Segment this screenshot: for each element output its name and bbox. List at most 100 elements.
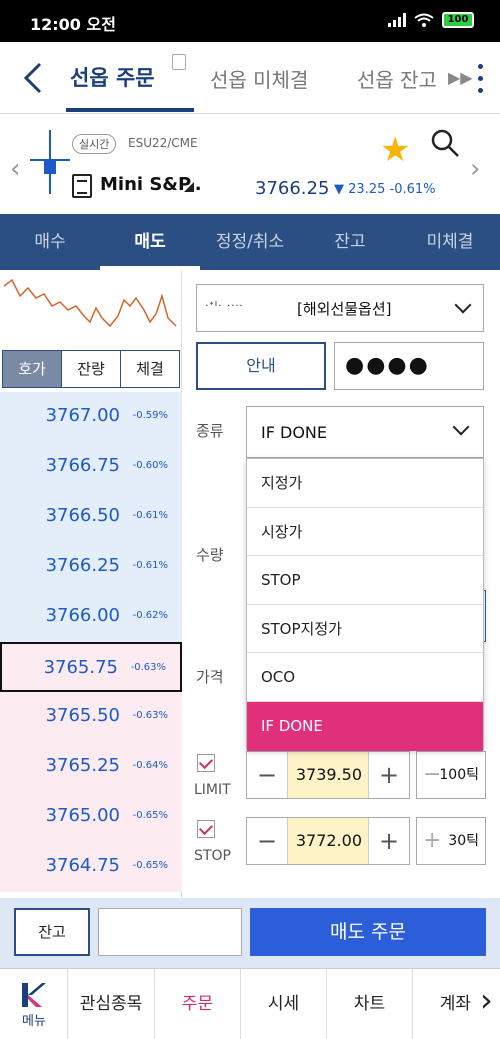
quote-percent: -0.63%	[132, 710, 168, 721]
stop-minus-button[interactable]: −	[247, 818, 287, 864]
quote-row[interactable]: 3766.25 -0.61%	[0, 542, 182, 592]
nav-quotes[interactable]: 시세	[241, 969, 327, 1039]
limit-ticks-value: 100틱	[439, 767, 479, 783]
k-logo-icon	[22, 983, 46, 1007]
status-time: 12:00 오전	[30, 15, 116, 34]
quote-row[interactable]: 3766.75 -0.60%	[0, 442, 182, 492]
subtab-orderbook[interactable]: 호가	[3, 351, 62, 387]
instrument-dropdown-icon[interactable]	[184, 182, 194, 192]
quote-price: 3765.75	[43, 657, 118, 678]
password-input[interactable]: ●●●●	[334, 342, 484, 390]
favorite-star-icon[interactable]: ★	[380, 130, 410, 170]
realtime-badge: 실시간	[72, 134, 117, 154]
info-field	[98, 908, 242, 956]
tab-buy[interactable]: 매수	[0, 214, 100, 270]
quote-subtabs: 호가 잔량 체결	[2, 350, 180, 388]
action-bar: 잔고 매도 주문	[0, 898, 500, 968]
account-number: ᐧᐩᑊᐧ ᐧᐧᐧᐧ	[205, 299, 244, 313]
option-limit[interactable]: 지정가	[247, 459, 483, 508]
limit-price-value[interactable]: 3739.50	[287, 752, 369, 798]
more-tabs-arrow-icon[interactable]: ▶▶	[448, 68, 473, 87]
quote-row[interactable]: 3765.50 -0.63%	[0, 692, 182, 742]
nav-order[interactable]: 주문	[155, 969, 241, 1039]
quote-row[interactable]: 3765.75 -0.63%	[0, 642, 182, 692]
option-stop[interactable]: STOP	[247, 556, 483, 605]
quote-row[interactable]: 3765.25 -0.64%	[0, 742, 182, 792]
order-type-dropdown: 지정가 시장가 STOP STOP지정가 OCO IF DONE	[246, 458, 484, 751]
quote-price: 3765.25	[45, 755, 120, 776]
wifi-icon	[414, 13, 434, 27]
limit-plus-button[interactable]: +	[369, 752, 409, 798]
status-bar: 12:00 오전 100	[0, 0, 500, 42]
quote-price: 3765.50	[45, 705, 120, 726]
instrument-code: ESU22/CME	[128, 136, 198, 150]
subtab-executed[interactable]: 체결	[121, 351, 179, 387]
stop-checkbox[interactable]	[197, 820, 215, 838]
order-type-select[interactable]: IF DONE	[246, 406, 484, 458]
quote-percent: -0.65%	[132, 860, 168, 871]
stop-label: STOP	[194, 848, 231, 864]
quote-row[interactable]: 3765.00 -0.65%	[0, 792, 182, 842]
plus-icon: +	[423, 828, 442, 853]
sell-order-button[interactable]: 매도 주문	[250, 908, 486, 956]
quote-row[interactable]: 3767.00 -0.59%	[0, 392, 182, 442]
order-tab-bar: 매수 매도 정정/취소 잔고 미체결	[0, 214, 500, 270]
battery-icon: 100	[442, 12, 474, 28]
option-if-done[interactable]: IF DONE	[247, 701, 483, 751]
tab-sell[interactable]: 매도	[100, 214, 200, 270]
quantity-label: 수량	[196, 546, 224, 564]
search-icon[interactable]	[430, 128, 460, 158]
option-market[interactable]: 시장가	[247, 508, 483, 557]
quote-price: 3767.00	[45, 405, 120, 426]
prev-instrument-icon[interactable]: ‹	[10, 154, 20, 184]
nav-watchlist[interactable]: 관심종목	[68, 969, 155, 1039]
option-stop-limit[interactable]: STOP지정가	[247, 605, 483, 654]
menu-label: 메뉴	[22, 1014, 46, 1029]
quote-percent: -0.62%	[132, 610, 168, 621]
change-value: 23.25	[348, 182, 386, 197]
quote-price: 3766.00	[45, 605, 120, 626]
tab-unfilled[interactable]: 미체결	[400, 214, 500, 270]
instrument-change: ▼ 23.25 -0.61%	[334, 182, 436, 197]
back-arrow-icon[interactable]	[20, 60, 50, 96]
tab-futures-order[interactable]: 선옵 주문	[70, 62, 155, 92]
quote-percent: -0.60%	[132, 460, 168, 471]
nav-account[interactable]: 계좌	[413, 969, 477, 1039]
tab-futures-unfilled[interactable]: 선옵 미체결	[210, 64, 308, 93]
stop-price-value[interactable]: 3772.00	[287, 818, 369, 864]
quote-row[interactable]: 3764.75 -0.65%	[0, 842, 182, 892]
change-percent: -0.61%	[389, 182, 436, 197]
quote-price: 3765.00	[45, 805, 120, 826]
menu-button[interactable]: 메뉴	[0, 969, 68, 1039]
stop-plus-button[interactable]: +	[369, 818, 409, 864]
limit-checkbox[interactable]	[197, 754, 215, 772]
quote-price: 3766.50	[45, 505, 120, 526]
header: 선옵 주문 선옵 미체결 선옵 잔고 ▶▶	[0, 42, 500, 114]
guide-button[interactable]: 안내	[196, 342, 326, 390]
tab-futures-balance[interactable]: 선옵 잔고	[357, 64, 437, 93]
next-instrument-icon[interactable]: ›	[470, 154, 480, 184]
tab-balance[interactable]: 잔고	[300, 214, 400, 270]
candlestick-icon	[30, 130, 70, 194]
quote-percent: -0.65%	[132, 810, 168, 821]
balance-button[interactable]: 잔고	[14, 908, 90, 956]
limit-minus-button[interactable]: −	[247, 752, 287, 798]
document-icon[interactable]	[72, 174, 92, 198]
quote-percent: -0.64%	[132, 760, 168, 771]
instrument-price: 3766.25	[255, 178, 330, 199]
stop-ticks-input[interactable]: + 30틱	[416, 817, 486, 865]
quote-panel: 호가 잔량 체결 3767.00 -0.59% 3766.75 -0.60% 3766.…	[0, 270, 182, 900]
subtab-remaining[interactable]: 잔량	[62, 351, 121, 387]
mini-chart	[3, 278, 177, 328]
tab-underline	[66, 108, 194, 112]
nav-chart[interactable]: 차트	[327, 969, 413, 1039]
limit-ticks-input[interactable]: − 100틱	[416, 751, 486, 799]
quote-row[interactable]: 3766.50 -0.61%	[0, 492, 182, 542]
nav-next-arrow-icon[interactable]: ›	[480, 981, 493, 1019]
copy-icon[interactable]	[172, 54, 186, 70]
account-select[interactable]: ᐧᐩᑊᐧ ᐧᐧᐧᐧ [해외선물옵션]	[196, 284, 484, 332]
tab-modify-cancel[interactable]: 정정/취소	[200, 214, 300, 270]
kebab-menu-icon[interactable]	[476, 60, 484, 96]
option-oco[interactable]: OCO	[247, 653, 483, 702]
quote-row[interactable]: 3766.00 -0.62%	[0, 592, 182, 642]
